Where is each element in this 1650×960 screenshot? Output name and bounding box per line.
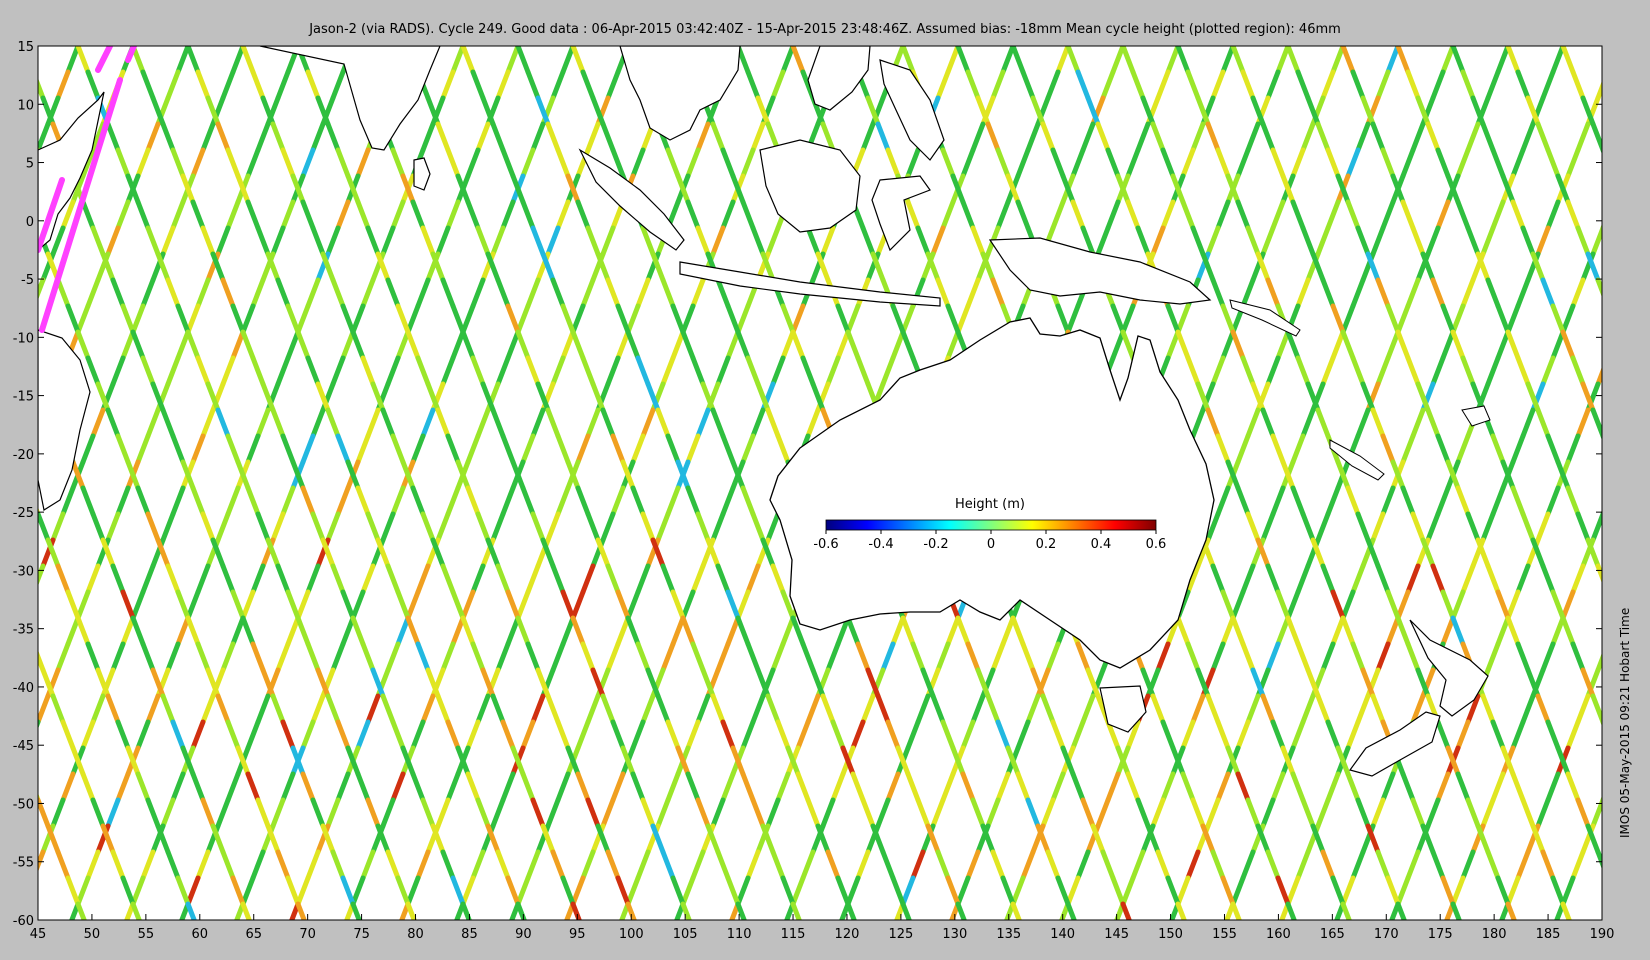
x-tick-label: 165	[1320, 927, 1345, 942]
x-tick-label: 100	[619, 927, 644, 942]
track-segment	[1600, 147, 1602, 155]
timestamp-label: IMOS 05-May-2015 09:21 Hobart Time	[1618, 607, 1632, 838]
track-segment	[1600, 509, 1602, 517]
track-segment	[38, 793, 41, 803]
track-segment	[23, 878, 33, 904]
x-tick-label: 130	[942, 927, 967, 942]
track-segment	[1600, 223, 1602, 231]
track-segment	[18, 176, 28, 202]
x-tick-label: 155	[1212, 927, 1237, 942]
colorbar-tick-label: 0	[987, 537, 995, 552]
figure: Jason-2 (via RADS). Cycle 249. Good data…	[0, 0, 1650, 960]
track-segment	[1608, 592, 1618, 618]
track-segment	[1608, 46, 1618, 72]
track-segment	[1608, 332, 1618, 358]
track-segment	[18, 462, 28, 488]
x-tick-label: 85	[461, 927, 478, 942]
track-segment	[1600, 719, 1602, 727]
colorbar-tick-label: 0.4	[1091, 537, 1112, 552]
y-tick-label: -30	[13, 564, 34, 579]
x-tick-label: 95	[569, 927, 586, 942]
y-tick-label: 10	[17, 98, 34, 113]
y-tick-label: -60	[13, 914, 34, 929]
y-tick-label: 5	[26, 157, 34, 172]
x-tick-label: 170	[1374, 927, 1399, 942]
y-tick-label: -15	[13, 390, 34, 405]
x-tick-label: 160	[1266, 927, 1291, 942]
track-segment	[1600, 795, 1602, 803]
colorbar-tick-label: 0.6	[1146, 537, 1167, 552]
x-tick-label: 55	[138, 927, 155, 942]
x-tick-label: 70	[299, 927, 316, 942]
x-tick-label: 185	[1536, 927, 1561, 942]
y-tick-label: -35	[13, 623, 34, 638]
x-tick-label: 150	[1158, 927, 1183, 942]
y-tick-label: 0	[26, 215, 34, 230]
colorbar-tick-label: -0.4	[868, 537, 893, 552]
x-tick-label: 60	[192, 927, 209, 942]
track-segment	[1608, 618, 1618, 644]
x-tick-label: 105	[673, 927, 698, 942]
x-tick-label: 180	[1482, 927, 1507, 942]
y-tick-label: -55	[13, 856, 34, 871]
map-plot: 45 50 55 60 65 70 75 80 85 90 95 100 105 110 115 120 125…	[13, 40, 1618, 942]
colorbar-tick-label: -0.6	[813, 537, 838, 552]
x-tick-label: 80	[407, 927, 424, 942]
y-tick-label: -45	[13, 739, 34, 754]
track-segment	[1608, 306, 1618, 332]
x-tick-label: 90	[515, 927, 532, 942]
colorbar-tick-label: 0.2	[1036, 537, 1057, 552]
x-tick-label: 110	[727, 927, 752, 942]
x-tick-label: 45	[30, 927, 47, 942]
x-tick-label: 75	[353, 927, 370, 942]
x-tick-label: 135	[996, 927, 1021, 942]
x-tick-label: 140	[1050, 927, 1075, 942]
x-tick-label: 125	[888, 927, 913, 942]
y-tick-label: -25	[13, 506, 34, 521]
y-tick-label: -40	[13, 681, 34, 696]
track-segment	[18, 462, 28, 488]
colorbar-tick-label: -0.2	[923, 537, 948, 552]
y-tick-label: -50	[13, 797, 34, 812]
track-segment	[18, 176, 28, 202]
x-tick-label: 50	[84, 927, 101, 942]
x-tick-label: 115	[781, 927, 806, 942]
y-tick-label: -5	[21, 273, 34, 288]
colorbar-title: Height (m)	[955, 497, 1025, 512]
y-tick-label: -20	[13, 448, 34, 463]
track-segment	[1600, 433, 1602, 441]
track-segment	[1608, 878, 1618, 904]
x-tick-label: 145	[1104, 927, 1129, 942]
x-tick-label: 175	[1428, 927, 1453, 942]
colorbar-bar	[825, 519, 1157, 531]
x-tick-label: 190	[1590, 927, 1615, 942]
y-tick-label: -10	[13, 331, 34, 346]
y-tick-label: 15	[17, 40, 34, 55]
x-tick-label: 120	[835, 927, 860, 942]
track-segment	[23, 306, 33, 332]
track-segment	[23, 592, 33, 618]
x-tick-label: 65	[245, 927, 262, 942]
